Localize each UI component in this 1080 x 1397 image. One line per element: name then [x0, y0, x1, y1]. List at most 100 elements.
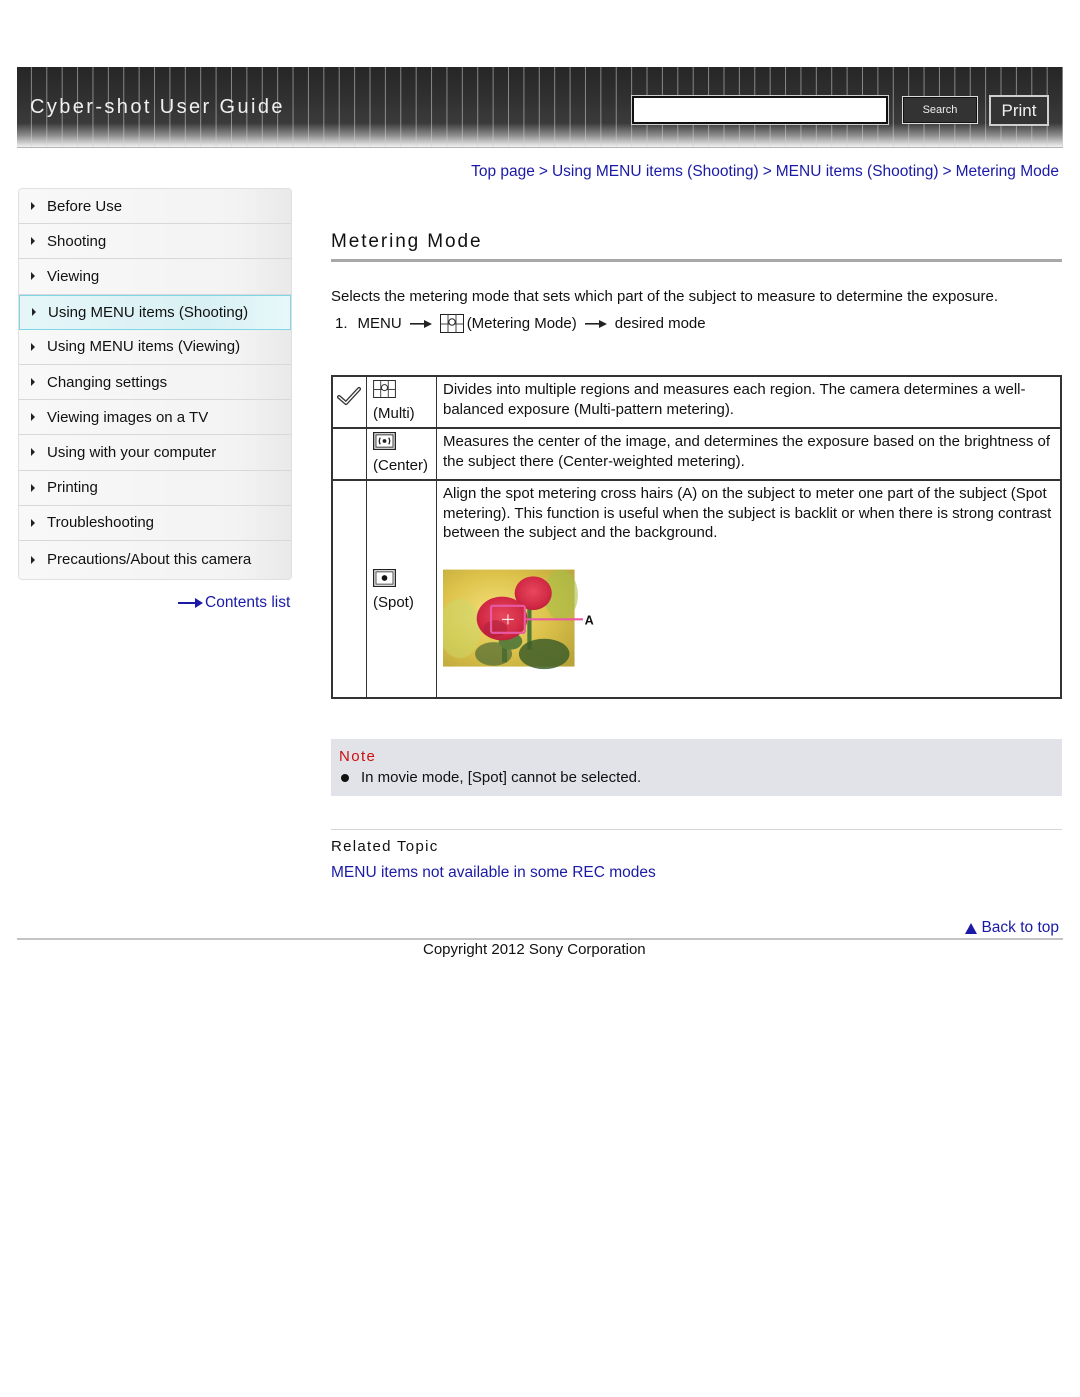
caret-right-icon — [31, 483, 35, 492]
back-to-top-label: Back to top — [981, 919, 1059, 936]
caret-right-icon — [31, 413, 35, 422]
multi-metering-icon — [439, 314, 464, 333]
related-divider — [331, 829, 1062, 830]
step-item-label: (Metering Mode) — [466, 315, 577, 332]
sidebar-item-label: Viewing — [47, 267, 100, 285]
contents-list-label: Contents list — [205, 594, 291, 611]
sidebar-item-using-menu-items-shooting[interactable]: Using MENU items (Shooting) — [19, 294, 291, 330]
mode-cell: (Center) — [366, 427, 437, 481]
intro-text: Selects the metering mode that sets whic… — [331, 288, 999, 305]
spot-icon-wrap — [372, 568, 431, 591]
sidebar-item-using-menu-items-viewing[interactable]: Using MENU items (Viewing) — [19, 329, 291, 365]
note-item: In movie mode, [Spot] cannot be selected… — [341, 769, 641, 786]
breadcrumb-menu-items-shooting[interactable]: MENU items (Shooting) — [776, 163, 939, 180]
sidebar-item-precautions[interactable]: Precautions/About this camera — [19, 540, 291, 579]
sidebar-item-label: Before Use — [47, 197, 123, 215]
sidebar-item-label: Using MENU items (Shooting) — [48, 303, 249, 321]
mode-description: Divides into multiple regions and measur… — [436, 375, 1062, 429]
print-button[interactable]: Print — [989, 95, 1049, 126]
default-cell — [331, 479, 367, 699]
search-button[interactable]: Search — [902, 96, 978, 124]
bullet-icon — [341, 773, 349, 782]
step-target-label: desired mode — [614, 315, 706, 332]
sidebar-item-using-with-computer[interactable]: Using with your computer — [19, 435, 291, 471]
back-to-top-link[interactable]: Back to top — [965, 919, 1059, 937]
mode-cell: (Spot) — [366, 479, 437, 699]
default-cell — [331, 427, 367, 481]
page-title: Metering Mode — [331, 231, 483, 252]
arrow-right-icon — [409, 319, 432, 328]
header-divider — [17, 147, 1063, 148]
sidebar-item-label: Using with your computer — [47, 443, 217, 461]
breadcrumb-separator: > — [538, 163, 548, 180]
breadcrumb-top-page[interactable]: Top page — [471, 163, 535, 180]
caret-right-icon — [31, 202, 35, 211]
step-menu-label: MENU — [357, 315, 402, 332]
copyright-text: Copyright 2012 Sony Corporation — [423, 941, 646, 958]
sidebar-item-printing[interactable]: Printing — [19, 470, 291, 506]
note-box: Note In movie mode, [Spot] cannot be sel… — [331, 739, 1062, 796]
mode-name: (Spot) — [373, 594, 414, 611]
sidebar-item-troubleshooting[interactable]: Troubleshooting — [19, 505, 291, 541]
breadcrumb-using-menu-items-shooting[interactable]: Using MENU items (Shooting) — [552, 163, 759, 180]
table-row-multi: (Multi) Divides into multiple regions an… — [331, 375, 1062, 429]
mode-cell: (Multi) — [366, 375, 437, 429]
table-row-spot: (Spot) Align the spot metering cross hai… — [331, 479, 1062, 699]
table-row-center: (Center) Measures the center of the imag… — [331, 427, 1062, 481]
mode-description: Measures the center of the image, and de… — [436, 427, 1062, 481]
arrow-right-icon — [584, 319, 607, 328]
default-cell — [331, 375, 367, 429]
sidebar-item-label: Viewing images on a TV — [47, 408, 209, 426]
procedure-step: 1. MENU (Metering Mode) desired mode — [335, 314, 706, 333]
sidebar-item-before-use[interactable]: Before Use — [19, 189, 291, 225]
site-title: Cyber-shot User Guide — [30, 96, 285, 118]
caret-right-icon — [31, 272, 35, 281]
mode-description: Align the spot metering cross hairs (A) … — [443, 485, 1052, 541]
caret-right-icon — [31, 555, 35, 564]
breadcrumb-metering-mode[interactable]: Metering Mode — [956, 163, 1059, 180]
sidebar-item-label: Troubleshooting — [47, 514, 155, 532]
sidebar-item-label: Changing settings — [47, 373, 168, 391]
metering-mode-table: (Multi) Divides into multiple regions an… — [331, 375, 1062, 699]
note-title: Note — [339, 748, 377, 765]
contents-list-link[interactable]: Contents list — [178, 594, 290, 612]
breadcrumb-separator: > — [942, 163, 952, 180]
sidebar-item-label: Using MENU items (Viewing) — [47, 338, 241, 356]
title-divider — [331, 259, 1062, 262]
caret-right-icon — [31, 237, 35, 246]
crosshair-label: A — [585, 613, 594, 627]
checkmark-icon — [337, 387, 361, 405]
breadcrumb: Top page > Using MENU items (Shooting) > MEN… — [471, 163, 1059, 181]
sidebar-item-viewing[interactable]: Viewing — [19, 259, 291, 295]
mode-name: (Multi) — [373, 405, 415, 422]
sidebar-item-label: Printing — [47, 479, 98, 497]
search-input[interactable] — [632, 96, 888, 124]
triangle-up-icon — [965, 922, 978, 934]
sidebar-item-label: Precautions/About this camera — [47, 551, 252, 569]
caret-right-icon — [32, 308, 36, 317]
breadcrumb-separator: > — [762, 163, 772, 180]
spot-example-photo: A — [443, 569, 594, 669]
arrow-right-icon — [178, 598, 203, 608]
related-topic-link[interactable]: MENU items not available in some REC mod… — [331, 864, 656, 882]
site-header: Cyber-shot User Guide Search Print — [17, 67, 1063, 147]
caret-right-icon — [31, 342, 35, 351]
caret-right-icon — [31, 448, 35, 457]
caret-right-icon — [31, 518, 35, 527]
mode-spot-cell: Align the spot metering cross hairs (A) … — [436, 479, 1062, 699]
spot-metering-icon — [372, 568, 397, 588]
mode-name: (Center) — [373, 457, 429, 474]
note-item-text: In movie mode, [Spot] cannot be selected… — [361, 769, 642, 786]
sidebar-item-viewing-images-on-tv[interactable]: Viewing images on a TV — [19, 400, 291, 436]
spot-illustration: A — [443, 561, 1054, 677]
caret-right-icon — [31, 378, 35, 387]
multi-metering-icon — [373, 380, 396, 398]
center-metering-icon — [372, 431, 397, 451]
sidebar-item-shooting[interactable]: Shooting — [19, 224, 291, 260]
sidebar-nav: Before Use Shooting Viewing Using MENU i… — [18, 188, 292, 580]
step-number: 1. — [335, 315, 348, 332]
footer-divider — [17, 938, 1063, 940]
related-topic-title: Related Topic — [331, 838, 439, 855]
sidebar-item-changing-settings[interactable]: Changing settings — [19, 364, 291, 401]
sidebar-item-label: Shooting — [47, 232, 107, 250]
